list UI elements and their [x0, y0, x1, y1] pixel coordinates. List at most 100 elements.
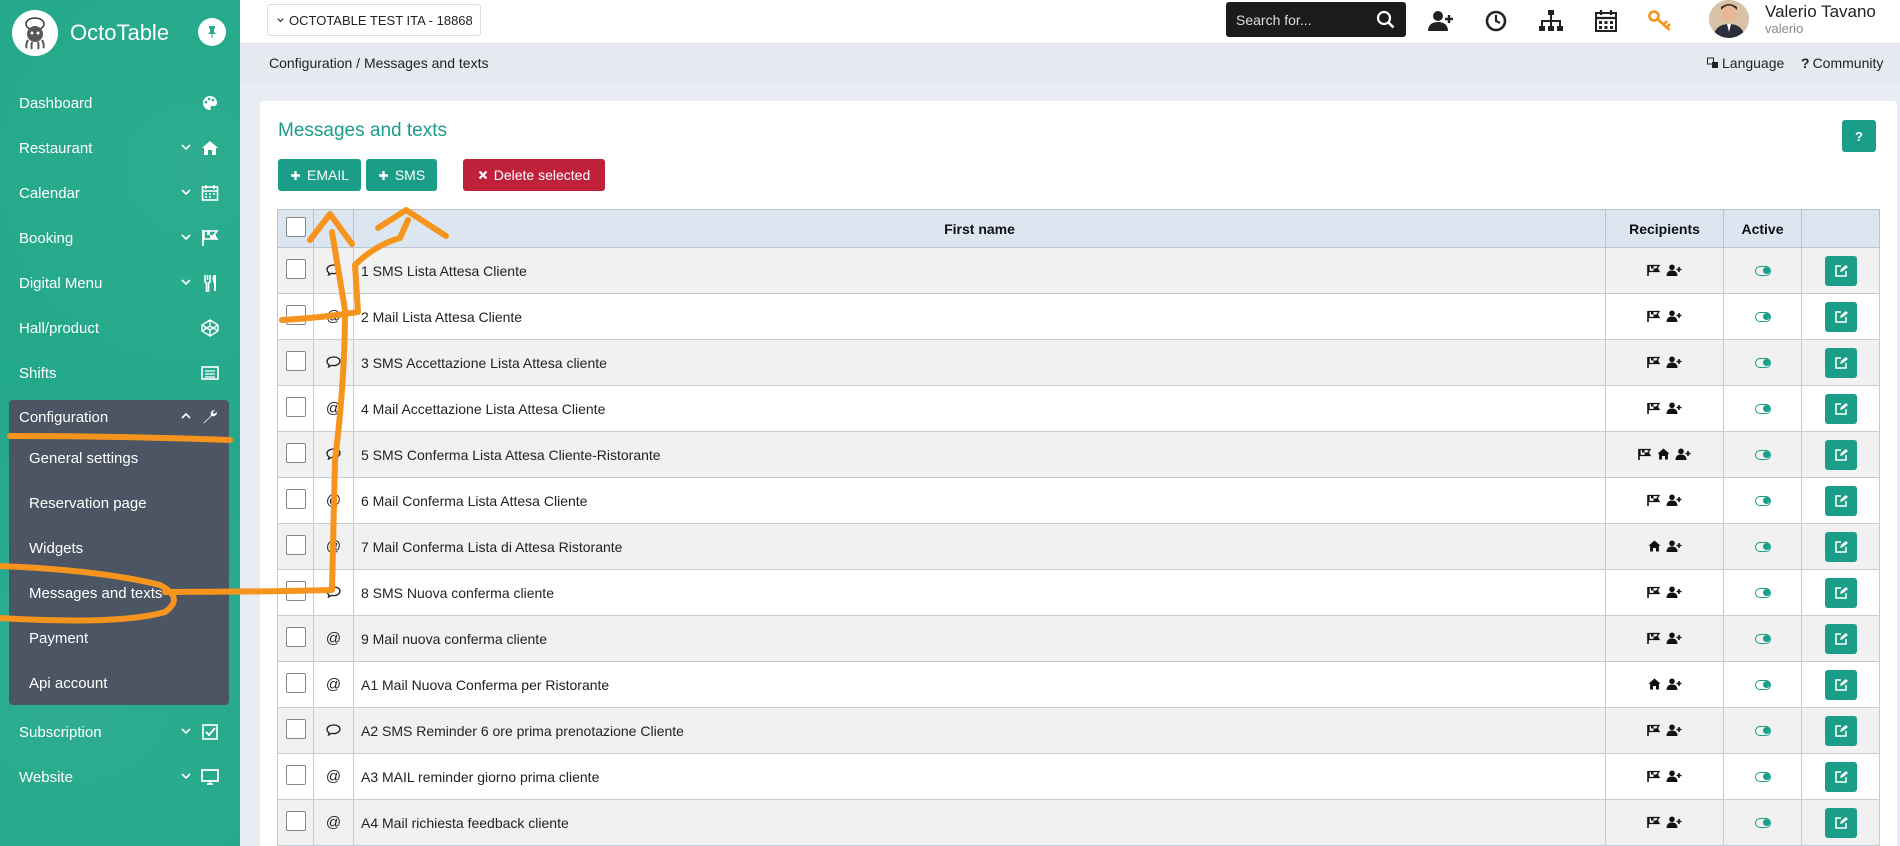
chevron-down-icon: [277, 17, 284, 22]
row-checkbox[interactable]: [285, 719, 306, 739]
add-email-button[interactable]: EMAIL: [278, 159, 361, 191]
toggle-on-icon[interactable]: [1754, 403, 1771, 414]
submenu-item-widgets[interactable]: Widgets: [29, 526, 83, 571]
sidebar-item-shifts[interactable]: Shifts: [0, 351, 240, 396]
table-row[interactable]: @ 6 Mail Conferma Lista Attesa Cliente: [277, 477, 1880, 524]
edit-button[interactable]: [1824, 761, 1857, 792]
toggle-on-icon[interactable]: [1754, 633, 1771, 644]
sidebar-item-website[interactable]: Website: [0, 755, 240, 800]
add-user-icon[interactable]: [1427, 7, 1455, 35]
sidebar-item-digital-menu[interactable]: Digital Menu: [0, 261, 240, 306]
edit-button[interactable]: [1824, 807, 1857, 838]
sidebar-item-label: Restaurant: [19, 140, 93, 157]
row-checkbox[interactable]: [285, 443, 306, 463]
row-checkbox[interactable]: [285, 811, 306, 831]
calendar-icon[interactable]: [1592, 7, 1620, 35]
edit-button[interactable]: [1824, 439, 1857, 470]
restaurant-select[interactable]: OCTOTABLE TEST ITA - 18868: [267, 4, 481, 36]
table-row[interactable]: @ A1 Mail Nuova Conferma per Ristorante: [277, 661, 1880, 708]
table-row[interactable]: @ A4 Mail richiesta feedback cliente: [277, 799, 1880, 846]
toggle-on-icon[interactable]: [1754, 265, 1771, 276]
row-checkbox[interactable]: [285, 535, 306, 555]
sitemap-icon[interactable]: [1537, 7, 1565, 35]
row-checkbox[interactable]: [285, 673, 306, 693]
submenu-item-messages-and-texts[interactable]: Messages and texts: [29, 571, 162, 616]
search-input[interactable]: [1236, 9, 1366, 31]
edit-cell: [1801, 615, 1880, 662]
table-row[interactable]: @ A3 MAIL reminder giorno prima cliente: [277, 753, 1880, 800]
recipients-header[interactable]: Recipients: [1605, 209, 1724, 248]
row-checkbox[interactable]: [285, 259, 306, 279]
add-sms-button[interactable]: SMS: [366, 159, 437, 191]
toggle-on-icon[interactable]: [1754, 495, 1771, 506]
submenu-item-api-account[interactable]: Api account: [29, 661, 107, 706]
submenu-item-payment[interactable]: Payment: [29, 616, 88, 661]
delete-selected-button[interactable]: Delete selected: [463, 159, 605, 191]
table-row[interactable]: 3 SMS Accettazione Lista Attesa cliente: [277, 339, 1880, 386]
table-row[interactable]: @ 4 Mail Accettazione Lista Attesa Clien…: [277, 385, 1880, 432]
edit-button[interactable]: [1824, 531, 1857, 562]
row-checkbox[interactable]: [285, 305, 306, 325]
key-icon[interactable]: [1647, 7, 1675, 35]
pin-icon[interactable]: [198, 18, 226, 46]
at-sign-icon: @: [325, 538, 342, 555]
sidebar-item-restaurant[interactable]: Restaurant: [0, 126, 240, 171]
search-box: [1226, 2, 1406, 37]
name-header[interactable]: First name: [353, 209, 1606, 248]
table-row[interactable]: @ 9 Mail nuova conferma cliente: [277, 615, 1880, 662]
row-checkbox[interactable]: [285, 627, 306, 647]
edit-button[interactable]: [1824, 669, 1857, 700]
message-name: 7 Mail Conferma Lista di Attesa Ristoran…: [353, 523, 1606, 570]
toggle-on-icon[interactable]: [1754, 587, 1771, 598]
edit-button[interactable]: [1824, 347, 1857, 378]
toggle-on-icon[interactable]: [1754, 679, 1771, 690]
edit-button[interactable]: [1824, 301, 1857, 332]
sidebar-item-dashboard[interactable]: Dashboard: [0, 81, 240, 126]
active-header[interactable]: Active: [1723, 209, 1802, 248]
edit-button[interactable]: [1824, 485, 1857, 516]
sidebar-item-hall-product[interactable]: Hall/product: [0, 306, 240, 351]
row-checkbox[interactable]: [285, 765, 306, 785]
sidebar-item-configuration[interactable]: Configuration: [0, 395, 240, 440]
row-checkbox[interactable]: [285, 581, 306, 601]
edit-button[interactable]: [1824, 577, 1857, 608]
sidebar-item-booking[interactable]: Booking: [0, 216, 240, 261]
sidebar-item-subscription[interactable]: Subscription: [0, 710, 240, 755]
brand[interactable]: OctoTable: [12, 10, 169, 56]
table-row[interactable]: @ 2 Mail Lista Attesa Cliente: [277, 293, 1880, 340]
help-button[interactable]: ?: [1842, 120, 1876, 152]
avatar[interactable]: [1709, 0, 1749, 38]
recipients-cell: [1605, 385, 1724, 432]
toggle-on-icon[interactable]: [1754, 725, 1771, 736]
edit-button[interactable]: [1824, 715, 1857, 746]
language-link[interactable]: Language: [1707, 55, 1784, 71]
recipients-cell: [1605, 753, 1724, 800]
row-checkbox[interactable]: [285, 489, 306, 509]
message-type-cell: @: [313, 293, 354, 340]
toggle-on-icon[interactable]: [1754, 449, 1771, 460]
edit-button[interactable]: [1824, 623, 1857, 654]
submenu-item-general-settings[interactable]: General settings: [29, 436, 138, 481]
select-all-checkbox[interactable]: [285, 217, 306, 237]
edit-button[interactable]: [1824, 255, 1857, 286]
table-row[interactable]: A2 SMS Reminder 6 ore prima prenotazione…: [277, 707, 1880, 754]
toggle-on-icon[interactable]: [1754, 541, 1771, 552]
message-name: 3 SMS Accettazione Lista Attesa cliente: [353, 339, 1606, 386]
toggle-on-icon[interactable]: [1754, 357, 1771, 368]
edit-button[interactable]: [1824, 393, 1857, 424]
row-checkbox[interactable]: [285, 351, 306, 371]
search-icon[interactable]: [1376, 10, 1396, 30]
user-name[interactable]: Valerio Tavano: [1765, 2, 1876, 22]
submenu-item-reservation-page[interactable]: Reservation page: [29, 481, 147, 526]
toggle-on-icon[interactable]: [1754, 771, 1771, 782]
toggle-on-icon[interactable]: [1754, 817, 1771, 828]
table-row[interactable]: 1 SMS Lista Attesa Cliente: [277, 247, 1880, 294]
table-row[interactable]: @ 7 Mail Conferma Lista di Attesa Ristor…: [277, 523, 1880, 570]
table-row[interactable]: 8 SMS Nuova conferma cliente: [277, 569, 1880, 616]
toggle-on-icon[interactable]: [1754, 311, 1771, 322]
sidebar-item-calendar[interactable]: Calendar: [0, 171, 240, 216]
community-link[interactable]: ? Community: [1801, 55, 1883, 71]
table-row[interactable]: 5 SMS Conferma Lista Attesa Cliente-Rist…: [277, 431, 1880, 478]
clock-icon[interactable]: [1482, 7, 1510, 35]
row-checkbox[interactable]: [285, 397, 306, 417]
